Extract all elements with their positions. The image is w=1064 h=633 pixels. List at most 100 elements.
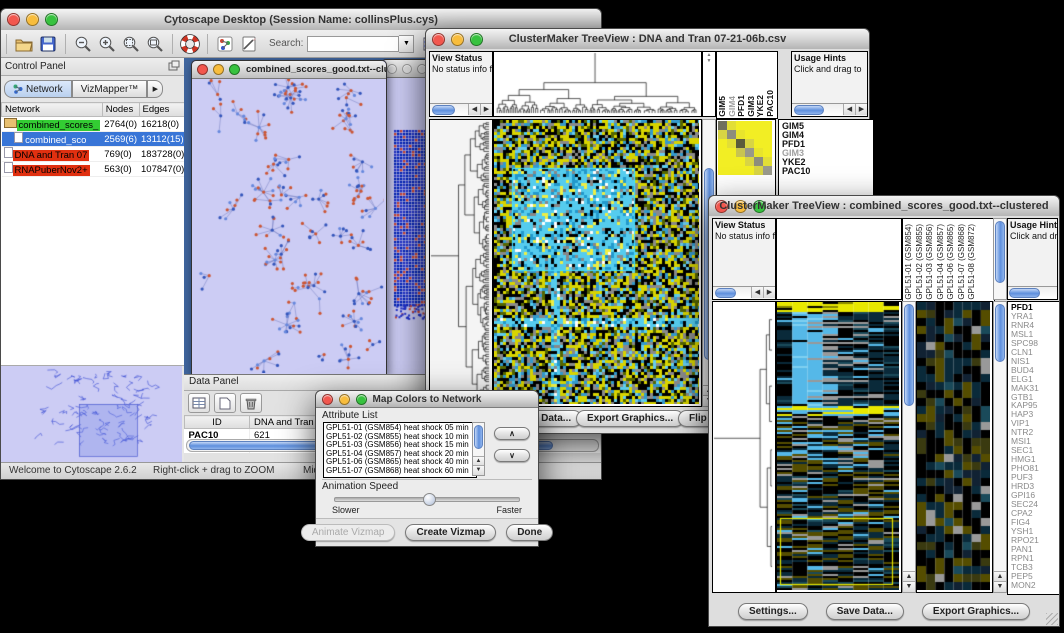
treeview2-zoom-heatmap[interactable] <box>916 301 993 593</box>
trash-icon[interactable] <box>240 393 262 413</box>
treeview1-row-dendrogram-panel[interactable] <box>429 119 493 407</box>
network-row[interactable]: RNAPuberNov2+ 563(0) 107847(0) <box>2 162 187 177</box>
column-label[interactable]: YKE2 <box>756 95 766 117</box>
open-folder-icon[interactable] <box>12 33 36 55</box>
network-row[interactable]: DNA and Tran 07 769(0) 183728(0) <box>2 147 187 162</box>
network-row[interactable]: combined_scores_ 2764(0) 16218(0) <box>2 117 187 132</box>
attribute-list[interactable]: GPL51-01 (GSM854) heat shock 05 minGPL51… <box>323 422 477 478</box>
save-data-button[interactable]: Save Data... <box>826 603 904 620</box>
vizmap-icon[interactable] <box>213 33 237 55</box>
view-status-hscrollbar[interactable]: ◀ ▶ <box>430 103 492 116</box>
zoom-fit-icon[interactable] <box>143 33 167 55</box>
scroll-right-icon[interactable]: ▶ <box>855 104 867 115</box>
column-label[interactable]: GPL51-06 (GSM865) <box>946 224 957 300</box>
scrollbar-thumb[interactable] <box>474 425 483 449</box>
scrollbar-thumb[interactable] <box>1009 288 1040 298</box>
gene-label[interactable]: MON2 <box>1011 581 1059 590</box>
column-label[interactable]: GPL51-08 (GSM872) <box>967 224 978 300</box>
table-icon[interactable] <box>188 393 210 413</box>
column-label[interactable]: GPL51-07 (GSM868) <box>957 224 968 300</box>
treeview1-heatmap[interactable] <box>493 119 702 407</box>
view-status-hscrollbar[interactable]: ◀ ▶ <box>713 286 775 299</box>
export-graphics-button[interactable]: Export Graphics... <box>922 603 1030 620</box>
scroll-down-icon[interactable]: ▼ <box>473 465 484 475</box>
column-label[interactable]: GPL51-04 (GSM857) <box>936 224 947 300</box>
dialog-title-bar[interactable]: Map Colors to Network <box>316 391 538 408</box>
resize-grip[interactable] <box>1046 613 1058 625</box>
row-label[interactable]: PAC10 <box>782 167 870 176</box>
network-canvas[interactable] <box>192 79 384 373</box>
search-input[interactable] <box>307 36 399 52</box>
mini-heatmap[interactable] <box>718 121 772 175</box>
column-label[interactable]: PFD1 <box>737 95 747 117</box>
network-view-window-1[interactable]: combined_scores_good.txt--cluste... <box>191 60 387 375</box>
col-nodes[interactable]: Nodes <box>102 103 139 117</box>
scroll-right-icon[interactable]: ▶ <box>480 104 492 115</box>
scroll-left-icon[interactable]: ◀ <box>468 104 480 115</box>
export-graphics-button[interactable]: Export Graphics... <box>576 410 684 427</box>
column-label[interactable]: GIM4 <box>728 96 738 117</box>
attribute-item[interactable]: GPL51-07 (GSM868) heat shock 60 min <box>326 467 474 476</box>
treeview2-heatmap[interactable] <box>776 301 902 593</box>
treeview2-vscrollbar[interactable]: ▲ ▼ <box>902 301 916 593</box>
network-overview[interactable] <box>1 366 182 463</box>
treeview1-title-bar[interactable]: ClusterMaker TreeView : DNA and Tran 07-… <box>426 29 869 50</box>
done-button[interactable]: Done <box>506 524 553 541</box>
treeview2-title-bar[interactable]: ClusterMaker TreeView : combined_scores_… <box>709 196 1059 217</box>
animate-vizmap-button[interactable]: Animate Vizmap <box>301 524 396 541</box>
column-label[interactable]: PAC10 <box>766 90 776 117</box>
minimize-icon[interactable] <box>402 64 412 74</box>
zoom-out-icon[interactable] <box>71 33 95 55</box>
scroll-down-icon[interactable]: ▼ <box>903 581 915 592</box>
col-network[interactable]: Network <box>2 103 103 117</box>
scroll-down-icon[interactable]: ▼ <box>994 581 1006 592</box>
new-page-icon[interactable] <box>214 393 236 413</box>
float-panel-icon[interactable] <box>168 60 180 74</box>
tab-overflow-arrow[interactable]: ▶ <box>147 80 163 98</box>
save-icon[interactable] <box>36 33 60 55</box>
column-label[interactable]: GIM3 <box>747 96 757 117</box>
close-icon[interactable] <box>387 64 397 74</box>
scroll-left-icon[interactable]: ◀ <box>751 287 763 298</box>
scrollbar-thumb[interactable] <box>794 105 824 115</box>
scrollbar-thumb[interactable] <box>432 105 455 115</box>
treeview1-top-dendrogram-panel[interactable] <box>493 51 702 117</box>
column-label[interactable]: GIM5 <box>718 96 728 117</box>
network-row-selected[interactable]: combined_sco 2569(6) 13112(15) <box>2 132 187 147</box>
usage-hints-hscrollbar[interactable] <box>1008 286 1057 299</box>
settings-button[interactable]: Settings... <box>738 603 808 620</box>
minimize-icon[interactable] <box>213 64 224 75</box>
move-down-button[interactable]: ∨ <box>494 449 530 462</box>
search-dropdown-arrow[interactable]: ▼ <box>399 35 414 53</box>
move-up-button[interactable]: ∧ <box>494 427 530 440</box>
scrollbar-thumb[interactable] <box>904 304 914 406</box>
scrollbar-thumb[interactable] <box>715 288 736 298</box>
zoom-selected-icon[interactable] <box>119 33 143 55</box>
zoom-in-icon[interactable] <box>95 33 119 55</box>
annotation-icon[interactable] <box>237 33 261 55</box>
usage-hints-hscrollbar[interactable]: ◀ ▶ <box>792 103 867 116</box>
column-label[interactable]: GPL51-03 (GSM856) <box>925 224 936 300</box>
treeview2-labels-vscrollbar[interactable] <box>993 218 1007 300</box>
slider-thumb[interactable] <box>423 493 436 506</box>
tab-vizmapper[interactable]: VizMapper™ <box>72 80 148 98</box>
scroll-left-icon[interactable]: ◀ <box>843 104 855 115</box>
create-vizmap-button[interactable]: Create Vizmap <box>405 524 496 541</box>
column-label[interactable]: GPL51-01 (GSM854) <box>904 224 915 300</box>
inner-window1-title-bar[interactable]: combined_scores_good.txt--cluste... <box>192 61 386 79</box>
scrollbar-thumb[interactable] <box>995 304 1005 362</box>
help-lifesaver-icon[interactable] <box>178 33 202 55</box>
treeview2-zoom-vscrollbar[interactable]: ▲ ▼ <box>993 301 1007 593</box>
treeview2-row-dendrogram-panel[interactable] <box>712 301 776 593</box>
animation-speed-slider[interactable] <box>334 497 520 502</box>
tab-network[interactable]: Network <box>4 80 72 98</box>
scrollbar-thumb[interactable] <box>995 221 1005 283</box>
close-icon[interactable] <box>197 64 208 75</box>
column-label[interactable]: GPL51-02 (GSM855) <box>915 224 926 300</box>
attribute-list-vscrollbar[interactable]: ▲ ▼ <box>472 422 485 476</box>
zoom-window-icon[interactable] <box>229 64 240 75</box>
attr-col-id[interactable]: ID <box>185 416 250 429</box>
col-edges[interactable]: Edges <box>139 103 186 117</box>
scroll-right-icon[interactable]: ▶ <box>763 287 775 298</box>
treeview2-top-dendrogram-panel[interactable] <box>776 218 902 300</box>
